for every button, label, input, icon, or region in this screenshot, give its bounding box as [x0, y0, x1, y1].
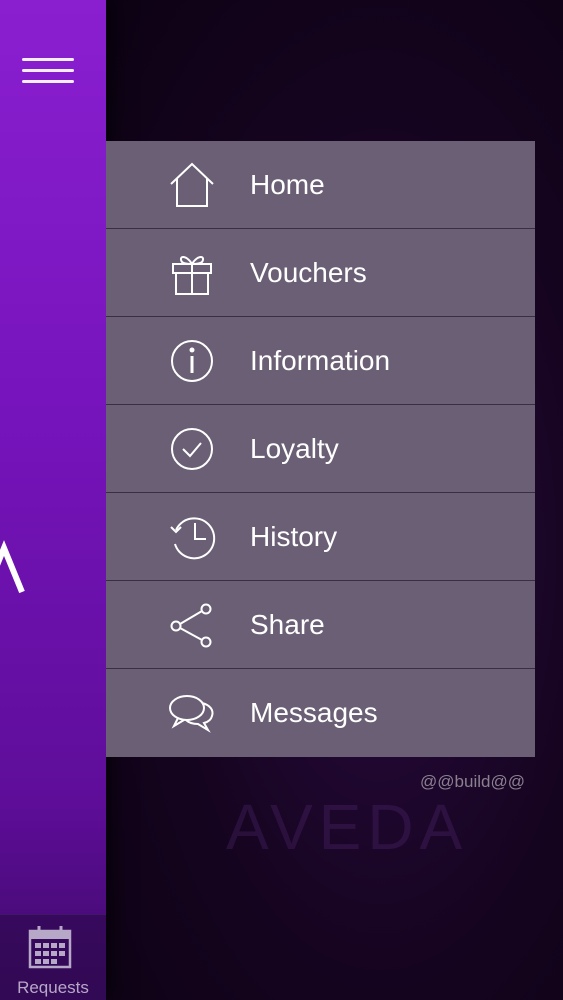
info-icon	[171, 340, 213, 382]
background-logo: AVEDA	[226, 791, 469, 863]
menu-item-vouchers[interactable]: Vouchers	[106, 229, 535, 317]
nav-menu: Home Vouchers Information Loyalty Histor…	[106, 141, 535, 757]
menu-label-home: Home	[250, 169, 325, 200]
gift-icon	[172, 256, 212, 295]
menu-item-share[interactable]: Share	[106, 581, 535, 669]
requests-label: Requests	[17, 978, 89, 997]
menu-label-share: Share	[250, 609, 325, 640]
menu-item-history[interactable]: History	[106, 493, 535, 581]
build-label: @@build@@	[420, 772, 525, 791]
hamburger-menu-icon[interactable]	[22, 58, 74, 86]
menu-label-loyalty: Loyalty	[250, 433, 339, 464]
requests-tab[interactable]: Requests	[0, 914, 106, 1000]
menu-item-home[interactable]: Home	[106, 141, 535, 229]
menu-label-history: History	[250, 521, 338, 552]
calendar-icon	[28, 926, 72, 969]
menu-label-messages: Messages	[250, 697, 378, 728]
menu-item-information[interactable]: Information	[106, 317, 535, 405]
history-icon	[170, 517, 216, 560]
side-strip: Requests	[0, 0, 106, 1000]
check-circle-icon	[171, 428, 213, 470]
share-icon	[170, 603, 212, 648]
menu-label-vouchers: Vouchers	[250, 257, 367, 288]
menu-item-loyalty[interactable]: Loyalty	[106, 405, 535, 493]
menu-label-information: Information	[250, 345, 391, 376]
home-icon	[170, 162, 214, 207]
menu-item-messages[interactable]: Messages	[106, 669, 535, 757]
chat-bubbles-icon	[169, 695, 214, 733]
